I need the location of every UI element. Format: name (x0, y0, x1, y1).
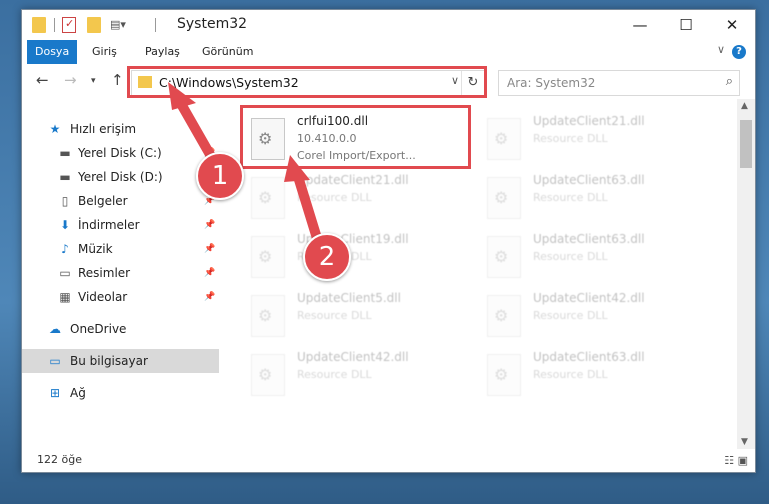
step-1-badge: 1 (196, 152, 244, 200)
step-2-badge: 2 (303, 233, 351, 281)
arrow-1-head (168, 82, 196, 110)
annotation-arrows (168, 82, 325, 253)
arrow-2-head (284, 155, 310, 182)
